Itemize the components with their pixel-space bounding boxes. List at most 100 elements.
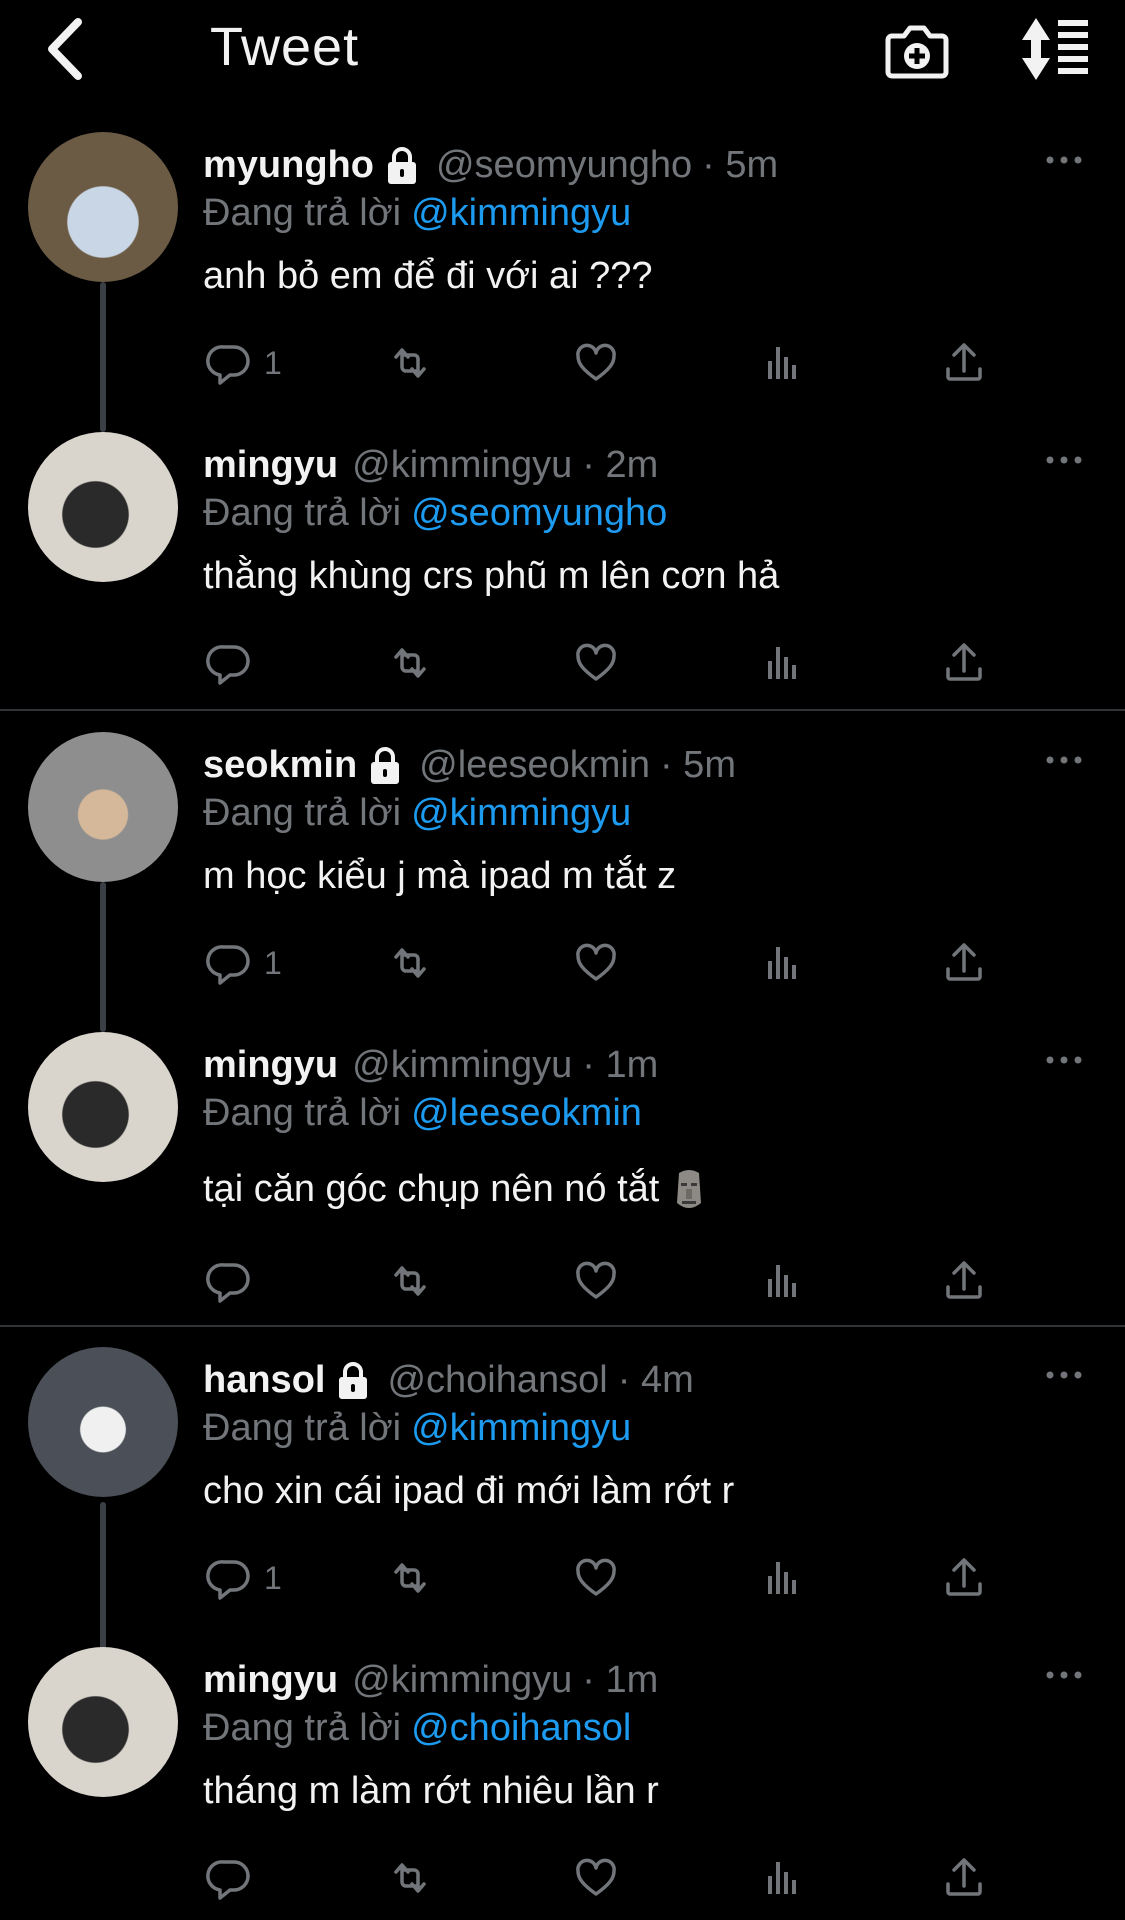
display-name[interactable]: myungho bbox=[203, 144, 374, 187]
camera-add-icon bbox=[885, 25, 949, 79]
reply-button[interactable]: 1 bbox=[204, 333, 282, 393]
tweet-time: · 1m bbox=[582, 1659, 659, 1701]
tweet-time: · 5m bbox=[659, 744, 736, 786]
display-name[interactable]: mingyu bbox=[203, 1044, 338, 1087]
more-icon bbox=[1046, 1671, 1082, 1679]
share-button[interactable] bbox=[940, 933, 988, 993]
retweet-icon bbox=[394, 1266, 426, 1296]
sort-button[interactable] bbox=[1018, 14, 1092, 84]
tweet-text-content: anh bỏ em để đi với ai ??? bbox=[203, 255, 653, 297]
reply-button[interactable]: 1 bbox=[204, 1548, 282, 1608]
like-button[interactable] bbox=[572, 933, 620, 993]
mention-link[interactable]: @choihansol bbox=[411, 1707, 631, 1749]
back-button[interactable] bbox=[40, 14, 96, 84]
mention-link[interactable]: @kimmingyu bbox=[411, 1407, 631, 1449]
tweet-text-content: m học kiểu j mà ipad m tắt z bbox=[203, 855, 677, 897]
like-button[interactable] bbox=[572, 633, 620, 693]
avatar[interactable] bbox=[28, 1647, 178, 1797]
reply-icon bbox=[206, 1860, 250, 1900]
username-handle[interactable]: @kimmingyu bbox=[352, 1044, 572, 1087]
reply-button[interactable] bbox=[204, 1251, 264, 1311]
heart-icon bbox=[576, 643, 616, 681]
more-button[interactable] bbox=[1040, 740, 1088, 780]
tweet-text-content: tháng m làm rớt nhiêu lần r bbox=[203, 1770, 659, 1812]
replying-to-line: Đang trả lời @kimmingyu bbox=[203, 192, 631, 235]
sort-icon bbox=[1022, 18, 1088, 80]
avatar[interactable] bbox=[28, 732, 178, 882]
views-button[interactable] bbox=[758, 633, 806, 693]
avatar[interactable] bbox=[28, 432, 178, 582]
more-button[interactable] bbox=[1040, 440, 1088, 480]
views-button[interactable] bbox=[758, 1848, 806, 1908]
share-button[interactable] bbox=[940, 333, 988, 393]
display-name[interactable]: seokmin bbox=[203, 744, 357, 787]
avatar[interactable] bbox=[28, 1347, 178, 1497]
reply-button[interactable] bbox=[204, 1848, 264, 1908]
replying-to-line: Đang trả lời @kimmingyu bbox=[203, 792, 631, 835]
username-handle[interactable]: @leeseokmin bbox=[419, 744, 650, 787]
replying-to-line: Đang trả lời @choihansol bbox=[203, 1707, 631, 1750]
share-button[interactable] bbox=[940, 633, 988, 693]
display-name[interactable]: mingyu bbox=[203, 1659, 338, 1702]
more-icon bbox=[1046, 756, 1082, 764]
share-button[interactable] bbox=[940, 1251, 988, 1311]
reply-button[interactable] bbox=[204, 633, 264, 693]
views-button[interactable] bbox=[758, 1251, 806, 1311]
replying-to-line: Đang trả lời @seomyungho bbox=[203, 492, 667, 535]
views-button[interactable] bbox=[758, 933, 806, 993]
action-bar: 1 bbox=[0, 933, 1125, 993]
like-button[interactable] bbox=[572, 333, 620, 393]
retweet-button[interactable] bbox=[386, 1251, 434, 1311]
like-button[interactable] bbox=[572, 1548, 620, 1608]
like-button[interactable] bbox=[572, 1251, 620, 1311]
mention-link[interactable]: @seomyungho bbox=[411, 492, 667, 534]
share-button[interactable] bbox=[940, 1548, 988, 1608]
avatar[interactable] bbox=[28, 1032, 178, 1182]
more-icon bbox=[1046, 1371, 1082, 1379]
mention-link[interactable]: @kimmingyu bbox=[411, 792, 631, 834]
action-bar bbox=[0, 633, 1125, 693]
retweet-button[interactable] bbox=[386, 933, 434, 993]
display-name[interactable]: hansol bbox=[203, 1359, 325, 1402]
share-icon bbox=[946, 1261, 982, 1299]
reply-count: 1 bbox=[264, 1559, 282, 1596]
views-button[interactable] bbox=[758, 333, 806, 393]
lock-icon bbox=[365, 746, 405, 786]
tweet-time: · 2m bbox=[582, 444, 659, 486]
retweet-button[interactable] bbox=[386, 333, 434, 393]
tweet-header: seokmin @leeseokmin · 5m bbox=[203, 744, 736, 787]
views-button[interactable] bbox=[758, 1548, 806, 1608]
like-button[interactable] bbox=[572, 1848, 620, 1908]
tweet-header: mingyu @kimmingyu · 2m bbox=[203, 444, 658, 487]
camera-button[interactable] bbox=[882, 14, 952, 84]
username-handle[interactable]: @seomyungho bbox=[436, 144, 692, 187]
reply-button[interactable]: 1 bbox=[204, 933, 282, 993]
more-button[interactable] bbox=[1040, 1355, 1088, 1395]
more-button[interactable] bbox=[1040, 140, 1088, 180]
display-name[interactable]: mingyu bbox=[203, 444, 338, 487]
share-button[interactable] bbox=[940, 1848, 988, 1908]
more-button[interactable] bbox=[1040, 1655, 1088, 1695]
share-icon bbox=[946, 943, 982, 981]
more-button[interactable] bbox=[1040, 1040, 1088, 1080]
retweet-icon bbox=[394, 1563, 426, 1593]
replying-to-line: Đang trả lời @leeseokmin bbox=[203, 1092, 642, 1135]
views-icon bbox=[768, 347, 796, 379]
avatar[interactable] bbox=[28, 132, 178, 282]
retweet-icon bbox=[394, 948, 426, 978]
tweet-text: tháng m làm rớt nhiêu lần r bbox=[203, 1770, 659, 1813]
retweet-button[interactable] bbox=[386, 633, 434, 693]
username-handle[interactable]: @kimmingyu bbox=[352, 1659, 572, 1702]
retweet-button[interactable] bbox=[386, 1548, 434, 1608]
thread-divider bbox=[0, 1325, 1125, 1327]
tweet-time: · 5m bbox=[702, 144, 779, 186]
username-handle[interactable]: @choihansol bbox=[387, 1359, 607, 1402]
mention-link[interactable]: @kimmingyu bbox=[411, 192, 631, 234]
views-icon bbox=[768, 1862, 796, 1894]
username-handle[interactable]: @kimmingyu bbox=[352, 444, 572, 487]
mention-link[interactable]: @leeseokmin bbox=[411, 1092, 642, 1134]
retweet-button[interactable] bbox=[386, 1848, 434, 1908]
tweet-text: anh bỏ em để đi với ai ??? bbox=[203, 255, 653, 298]
reply-icon bbox=[206, 1560, 250, 1600]
replying-label: Đang trả lời bbox=[203, 1407, 402, 1449]
